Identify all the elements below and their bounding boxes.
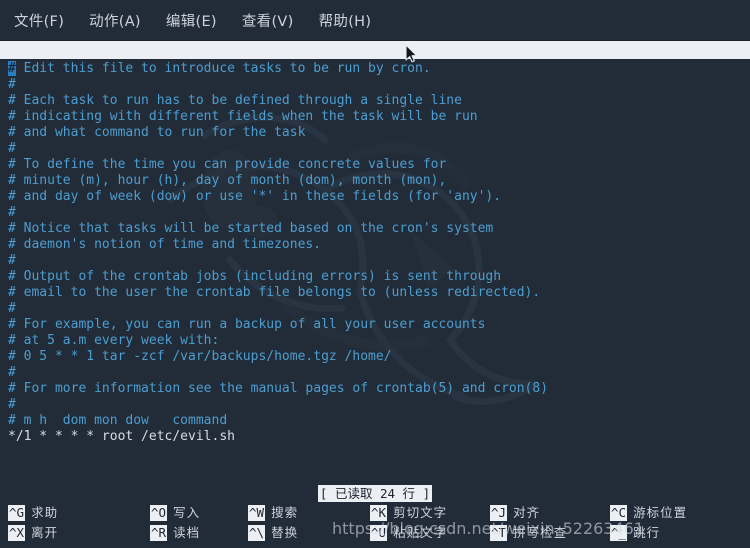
shortcut-replace-key: ^\	[248, 525, 266, 541]
shortcut-writeout-key: ^O	[150, 505, 168, 521]
shortcut-help-label: 求助	[31, 505, 59, 520]
editor-line-text: # daemon's notion of time and timezones.	[8, 237, 322, 252]
editor-line: #	[8, 205, 750, 221]
shortcut-search-key: ^W	[248, 505, 266, 521]
editor-line: # For example, you can run a backup of a…	[8, 317, 750, 333]
status-line: [ 已读取 24 行 ]	[0, 484, 750, 502]
menu-edit[interactable]: 编辑(E)	[166, 10, 217, 31]
shortcut-exit-label: 离开	[31, 525, 59, 540]
shortcut-readfile-key: ^R	[150, 525, 168, 541]
editor-line: # Output of the crontab jobs (including …	[8, 269, 750, 285]
shortcut-justify-key: ^J	[490, 505, 508, 521]
editor-line: # m h dom mon dow command	[8, 413, 750, 429]
editor-line: # at 5 a.m every week with:	[8, 333, 750, 349]
shortcut-gotoline-key: ^_	[610, 525, 628, 541]
editor-line-text: #	[8, 365, 16, 380]
editor-line-text: # Notice that tasks will be started base…	[8, 221, 494, 236]
shortcut-row: ^G 求助 ^O 写入 ^W 搜索 ^K 剪切文字 ^J 对齐 ^C 游标位置	[0, 505, 750, 525]
editor-line-text: # For example, you can run a backup of a…	[8, 317, 486, 332]
editor-line-text: # 0 5 * * 1 tar -zcf /var/backups/home.t…	[8, 349, 392, 364]
status-message: [ 已读取 24 行 ]	[317, 484, 433, 502]
editor-line: # minute (m), hour (h), day of month (do…	[8, 173, 750, 189]
editor-line-text: #	[8, 253, 16, 268]
editor-line-text: # Output of the crontab jobs (including …	[8, 269, 502, 284]
nano-title-bar: GNU nano 4.9.3 /tmp/crontab.1Q4Md2/cront…	[0, 41, 750, 59]
shortcut-uncut[interactable]: ^U 粘贴文字	[370, 525, 447, 541]
shortcut-cut[interactable]: ^K 剪切文字	[370, 505, 447, 521]
editor-line: # indicating with different fields when …	[8, 109, 750, 125]
menu-actions[interactable]: 动作(A)	[89, 10, 141, 31]
editor-line: */1 * * * * root /etc/evil.sh	[8, 429, 750, 445]
shortcut-writeout[interactable]: ^O 写入	[150, 505, 200, 521]
editor-line: # For more information see the manual pa…	[8, 381, 750, 397]
shortcut-replace[interactable]: ^\ 替换	[248, 525, 298, 541]
shortcut-readfile-label: 读档	[173, 525, 201, 540]
editor-line-text: #	[8, 141, 16, 156]
shortcut-spell[interactable]: ^T 拼写检查	[490, 525, 567, 541]
shortcut-curpos-key: ^C	[610, 505, 628, 521]
menu-bar: 文件(F) 动作(A) 编辑(E) 查看(V) 帮助(H)	[0, 0, 750, 41]
shortcut-gotoline-label: 跳行	[633, 525, 661, 540]
editor-line-text: # To define the time you can provide con…	[8, 157, 447, 172]
editor-line-text: #	[8, 77, 16, 92]
editor-line: # daemon's notion of time and timezones.	[8, 237, 750, 253]
shortcut-help-key: ^G	[8, 505, 26, 521]
editor-line: # Each task to run has to be defined thr…	[8, 93, 750, 109]
shortcut-justify-label: 对齐	[513, 505, 541, 520]
shortcut-justify[interactable]: ^J 对齐	[490, 505, 540, 521]
shortcut-cut-label: 剪切文字	[393, 505, 448, 520]
editor-line: # and what command to run for the task	[8, 125, 750, 141]
shortcut-row: ^X 离开 ^R 读档 ^\ 替换 ^U 粘贴文字 ^T 拼写检查 ^_ 跳行	[0, 525, 750, 545]
shortcut-help-bar: ^G 求助 ^O 写入 ^W 搜索 ^K 剪切文字 ^J 对齐 ^C 游标位置 ^X 离开 ^R 读档 ^\ 替换…	[0, 502, 750, 546]
editor-line: #	[8, 141, 750, 157]
editor-line-text: # indicating with different fields when …	[8, 109, 478, 124]
editor-line: # Notice that tasks will be started base…	[8, 221, 750, 237]
shortcut-gotoline[interactable]: ^_ 跳行	[610, 525, 660, 541]
nano-terminal-window: 文件(F) 动作(A) 编辑(E) 查看(V) 帮助(H) GNU nano 4…	[0, 0, 750, 548]
shortcut-replace-label: 替换	[271, 525, 299, 540]
shortcut-uncut-label: 粘贴文字	[393, 525, 448, 540]
menu-view[interactable]: 查看(V)	[242, 10, 294, 31]
editor-line-text: #	[8, 397, 16, 412]
shortcut-curpos[interactable]: ^C 游标位置	[610, 505, 687, 521]
editor-line-text: #	[8, 301, 16, 316]
editor-line-text: # For more information see the manual pa…	[8, 381, 549, 396]
shortcut-readfile[interactable]: ^R 读档	[150, 525, 200, 541]
editor-line-text: */1 * * * * root /etc/evil.sh	[8, 429, 235, 444]
menu-file[interactable]: 文件(F)	[14, 10, 64, 31]
shortcut-help[interactable]: ^G 求助	[8, 505, 58, 521]
editor-line-text: # Each task to run has to be defined thr…	[8, 93, 462, 108]
shortcut-search-label: 搜索	[271, 505, 299, 520]
editor-line-text: # at 5 a.m every week with:	[8, 333, 220, 348]
editor-line: #	[8, 77, 750, 93]
editor-line-text: #	[8, 205, 16, 220]
shortcut-writeout-label: 写入	[173, 505, 201, 520]
shortcut-cut-key: ^K	[370, 505, 388, 521]
editor-line-text: # minute (m), hour (h), day of month (do…	[8, 173, 447, 188]
editor-line: # 0 5 * * 1 tar -zcf /var/backups/home.t…	[8, 349, 750, 365]
editor-line-text: Edit this file to introduce tasks to be …	[15, 61, 431, 76]
editor-line: #	[8, 397, 750, 413]
editor-line: #	[8, 301, 750, 317]
editor-line-text: # and day of week (dow) or use '*' in th…	[8, 189, 502, 204]
menu-help[interactable]: 帮助(H)	[319, 10, 372, 31]
editor-line: #	[8, 365, 750, 381]
editor-line-text: # m h dom mon dow command	[8, 413, 228, 428]
shortcut-spell-key: ^T	[490, 525, 508, 541]
text-cursor: #	[8, 61, 16, 76]
shortcut-exit[interactable]: ^X 离开	[8, 525, 58, 541]
editor-line-text: # and what command to run for the task	[8, 125, 306, 140]
shortcut-uncut-key: ^U	[370, 525, 388, 541]
editor-line: # Edit this file to introduce tasks to b…	[8, 61, 750, 77]
shortcut-search[interactable]: ^W 搜索	[248, 505, 298, 521]
editor-line: # To define the time you can provide con…	[8, 157, 750, 173]
editor-line-text: # email to the user the crontab file bel…	[8, 285, 541, 300]
editor-line: #	[8, 253, 750, 269]
shortcut-exit-key: ^X	[8, 525, 26, 541]
editor-line: # email to the user the crontab file bel…	[8, 285, 750, 301]
editor-text-area[interactable]: # Edit this file to introduce tasks to b…	[0, 59, 750, 484]
editor-line: # and day of week (dow) or use '*' in th…	[8, 189, 750, 205]
shortcut-spell-label: 拼写检查	[513, 525, 568, 540]
shortcut-curpos-label: 游标位置	[633, 505, 688, 520]
